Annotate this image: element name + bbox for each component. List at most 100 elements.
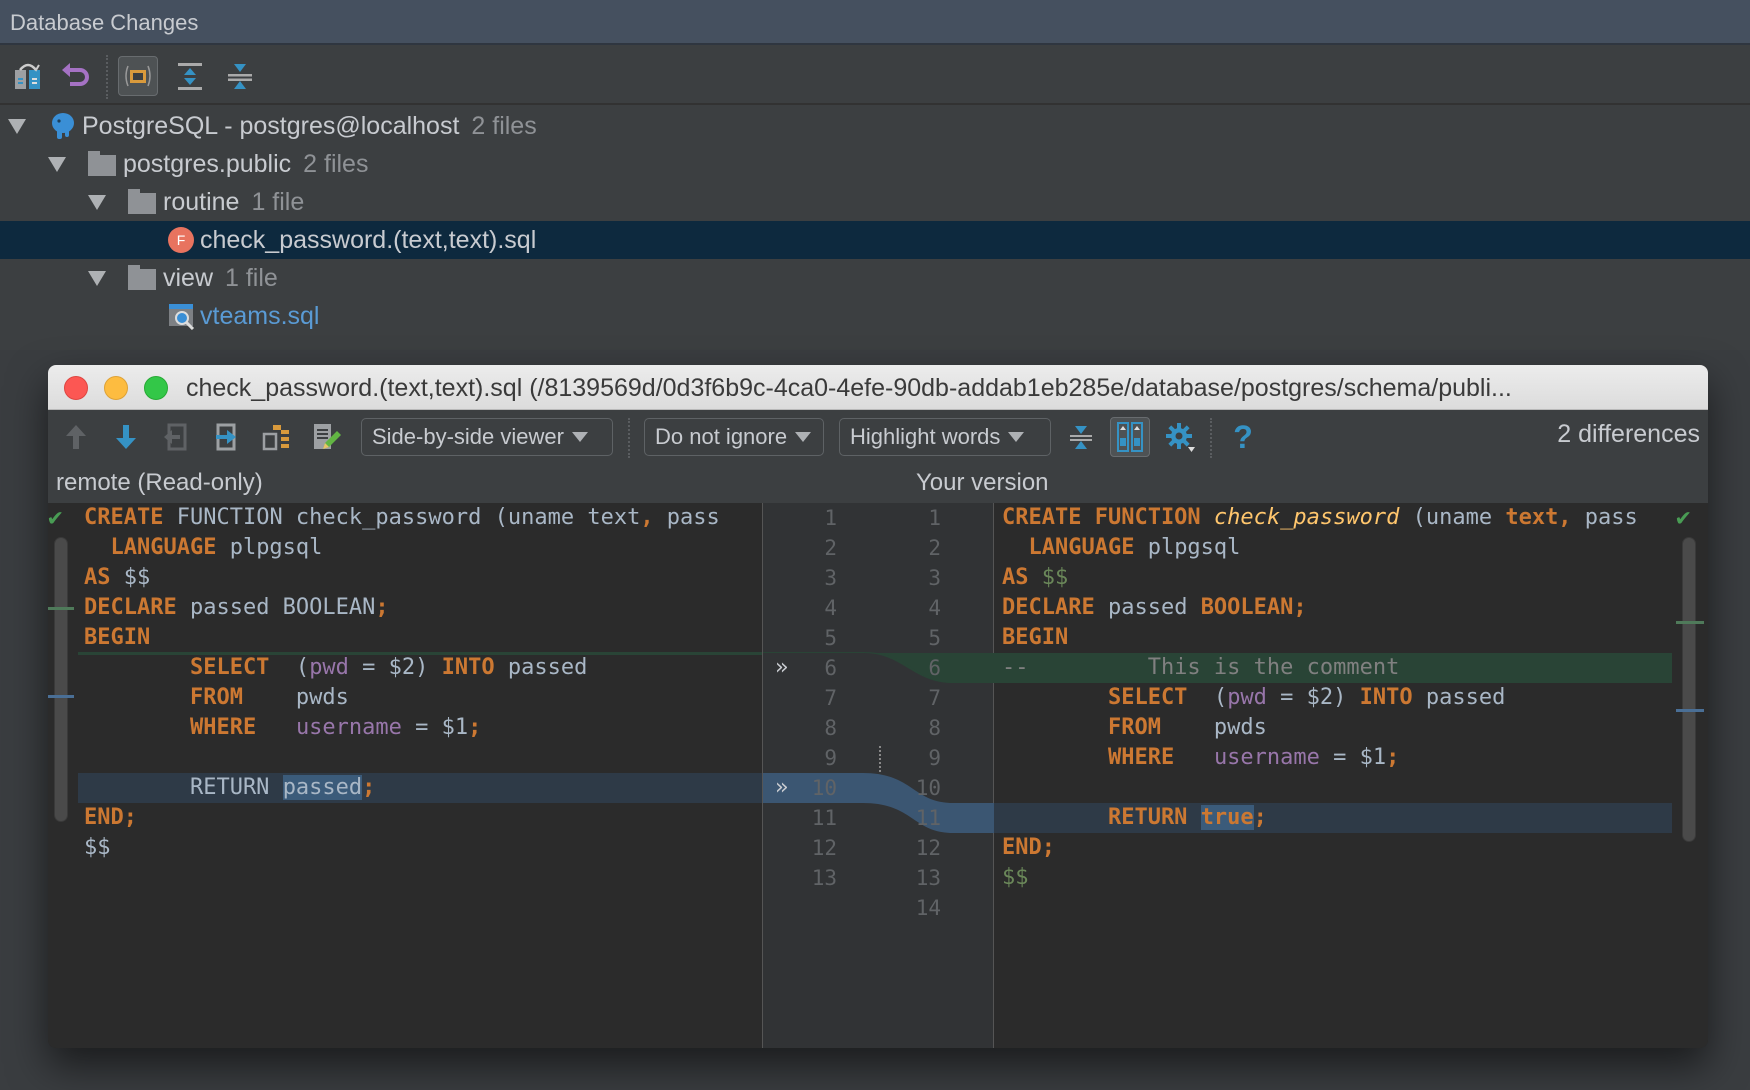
code-token: pass: [1571, 505, 1638, 530]
previous-difference-icon[interactable]: [56, 417, 96, 457]
changes-tree: PostgreSQL - postgres@localhost 2 files …: [0, 107, 1750, 350]
line-number: 8: [824, 716, 837, 740]
expand-arrow-icon[interactable]: [48, 156, 66, 172]
code-token: WHERE: [1002, 745, 1175, 770]
group-by-folder-icon[interactable]: [118, 56, 158, 96]
line-number: 6: [824, 656, 837, 680]
code-token: CREATE FUNCTION: [1002, 505, 1214, 530]
code-token: = $1: [401, 715, 469, 740]
code-token: ;: [468, 715, 482, 740]
toolbar-separator: [1210, 418, 1212, 458]
change-marker-stripe: [1676, 621, 1704, 624]
previous-file-icon[interactable]: [156, 417, 196, 457]
code-token: SELECT: [84, 655, 270, 680]
code-token: username: [1213, 745, 1320, 770]
diff-window-title: check_password.(text,text).sql (/8139569…: [186, 374, 1512, 402]
diff-window: check_password.(text,text).sql (/8139569…: [48, 365, 1708, 1048]
code-token: END;: [1002, 835, 1055, 860]
code-token: check_password: [1213, 505, 1400, 530]
tree-node-vteams[interactable]: vteams.sql: [0, 297, 1750, 335]
tree-node-label: routine: [163, 187, 240, 216]
commit-icon[interactable]: [8, 56, 48, 96]
line-number: 2: [824, 536, 837, 560]
code-line: SELECT (pwd = $2) INTO passed: [1002, 683, 1505, 713]
code-token: ;: [362, 775, 376, 800]
code-token: $$: [1028, 565, 1069, 590]
tree-node-datasource[interactable]: PostgreSQL - postgres@localhost 2 files: [0, 107, 1750, 145]
code-token: ;: [375, 595, 389, 620]
line-number: 1: [824, 506, 837, 530]
tree-node-view[interactable]: view 1 file: [0, 259, 1750, 297]
highlight-mode-dropdown[interactable]: Highlight words: [839, 418, 1051, 456]
code-token: = $1: [1319, 745, 1387, 770]
viewer-mode-value: Side-by-side viewer: [372, 424, 564, 449]
diff-window-title-bar: check_password.(text,text).sql (/8139569…: [48, 365, 1708, 410]
code-token: passed: [494, 655, 588, 680]
revert-icon[interactable]: [56, 56, 96, 96]
code-token: AS: [1002, 565, 1029, 590]
code-token: text,: [1505, 505, 1572, 530]
code-token: LANGUAGE: [1002, 535, 1135, 560]
next-difference-icon[interactable]: [106, 417, 146, 457]
file-count: 1 file: [225, 263, 278, 292]
folder-icon: [128, 189, 156, 214]
line-number: 7: [824, 686, 837, 710]
collapse-unchanged-icon[interactable]: [1061, 417, 1101, 457]
function-icon: F: [168, 227, 194, 253]
code-line: BEGIN: [1002, 623, 1068, 653]
left-editor[interactable]: ✔ CREATE FUNCTION check_password (uname …: [48, 503, 762, 1048]
tree-node-label: vteams.sql: [200, 301, 320, 330]
right-pane-title: Your version: [916, 469, 1049, 496]
ignore-mode-dropdown[interactable]: Do not ignore: [644, 418, 824, 456]
line-number: 4: [824, 596, 837, 620]
splitter-handle[interactable]: [879, 746, 883, 772]
expand-arrow-icon[interactable]: [88, 194, 106, 210]
left-pane-title: remote (Read-only): [56, 469, 263, 496]
left-scrollbar[interactable]: [54, 537, 68, 822]
tree-node-label: postgres.public: [123, 149, 292, 178]
code-token: (: [269, 655, 310, 680]
apply-change-arrow-icon[interactable]: »: [775, 653, 788, 683]
code-line: AS $$: [1002, 563, 1068, 593]
code-token: passed: [1094, 595, 1201, 620]
folder-icon: [88, 151, 116, 176]
settings-gear-icon[interactable]: [1160, 417, 1200, 457]
right-pane-header: Your version: [762, 465, 1708, 503]
expand-arrow-icon[interactable]: [8, 118, 26, 134]
apply-change-arrow-icon[interactable]: »: [775, 773, 788, 803]
code-token: ;: [1386, 745, 1400, 770]
code-token: $$: [1002, 865, 1029, 890]
line-number: 9: [824, 746, 837, 770]
minimize-button[interactable]: [104, 376, 128, 400]
line-number: 13: [915, 866, 941, 890]
tree-node-schema[interactable]: postgres.public 2 files: [0, 145, 1750, 183]
tree-node-check-password[interactable]: F check_password.(text,text).sql: [0, 221, 1750, 259]
tool-window-toolbar: [0, 47, 1750, 105]
code-token: LANGUAGE: [84, 535, 217, 560]
collapse-all-icon[interactable]: [220, 56, 260, 96]
help-icon[interactable]: ?: [1223, 417, 1263, 457]
code-token: $$: [110, 565, 151, 590]
code-token: INTO: [1359, 685, 1413, 710]
next-file-icon[interactable]: [206, 417, 246, 457]
line-number: 11: [915, 806, 941, 830]
viewer-mode-dropdown[interactable]: Side-by-side viewer: [361, 418, 613, 456]
right-scrollbar[interactable]: [1682, 537, 1696, 842]
maximize-button[interactable]: [144, 376, 168, 400]
close-button[interactable]: [64, 376, 88, 400]
line-number: 1: [928, 506, 941, 530]
edit-source-icon[interactable]: [306, 417, 346, 457]
postgresql-elephant-icon: [48, 111, 78, 141]
change-marker-stripe: [48, 695, 74, 698]
right-editor[interactable]: CREATE FUNCTION check_password (uname te…: [994, 503, 1708, 1048]
code-line: LANGUAGE plpgsql: [1002, 533, 1240, 563]
synchronize-scrolling-icon[interactable]: [1110, 417, 1150, 457]
compare-files-icon[interactable]: [256, 417, 296, 457]
code-line: RETURN true;: [1002, 803, 1267, 833]
expand-arrow-icon[interactable]: [88, 270, 106, 286]
line-number: 10: [915, 776, 941, 800]
tree-node-routine[interactable]: routine 1 file: [0, 183, 1750, 221]
expand-all-icon[interactable]: [170, 56, 210, 96]
code-token: WHERE: [84, 715, 257, 740]
